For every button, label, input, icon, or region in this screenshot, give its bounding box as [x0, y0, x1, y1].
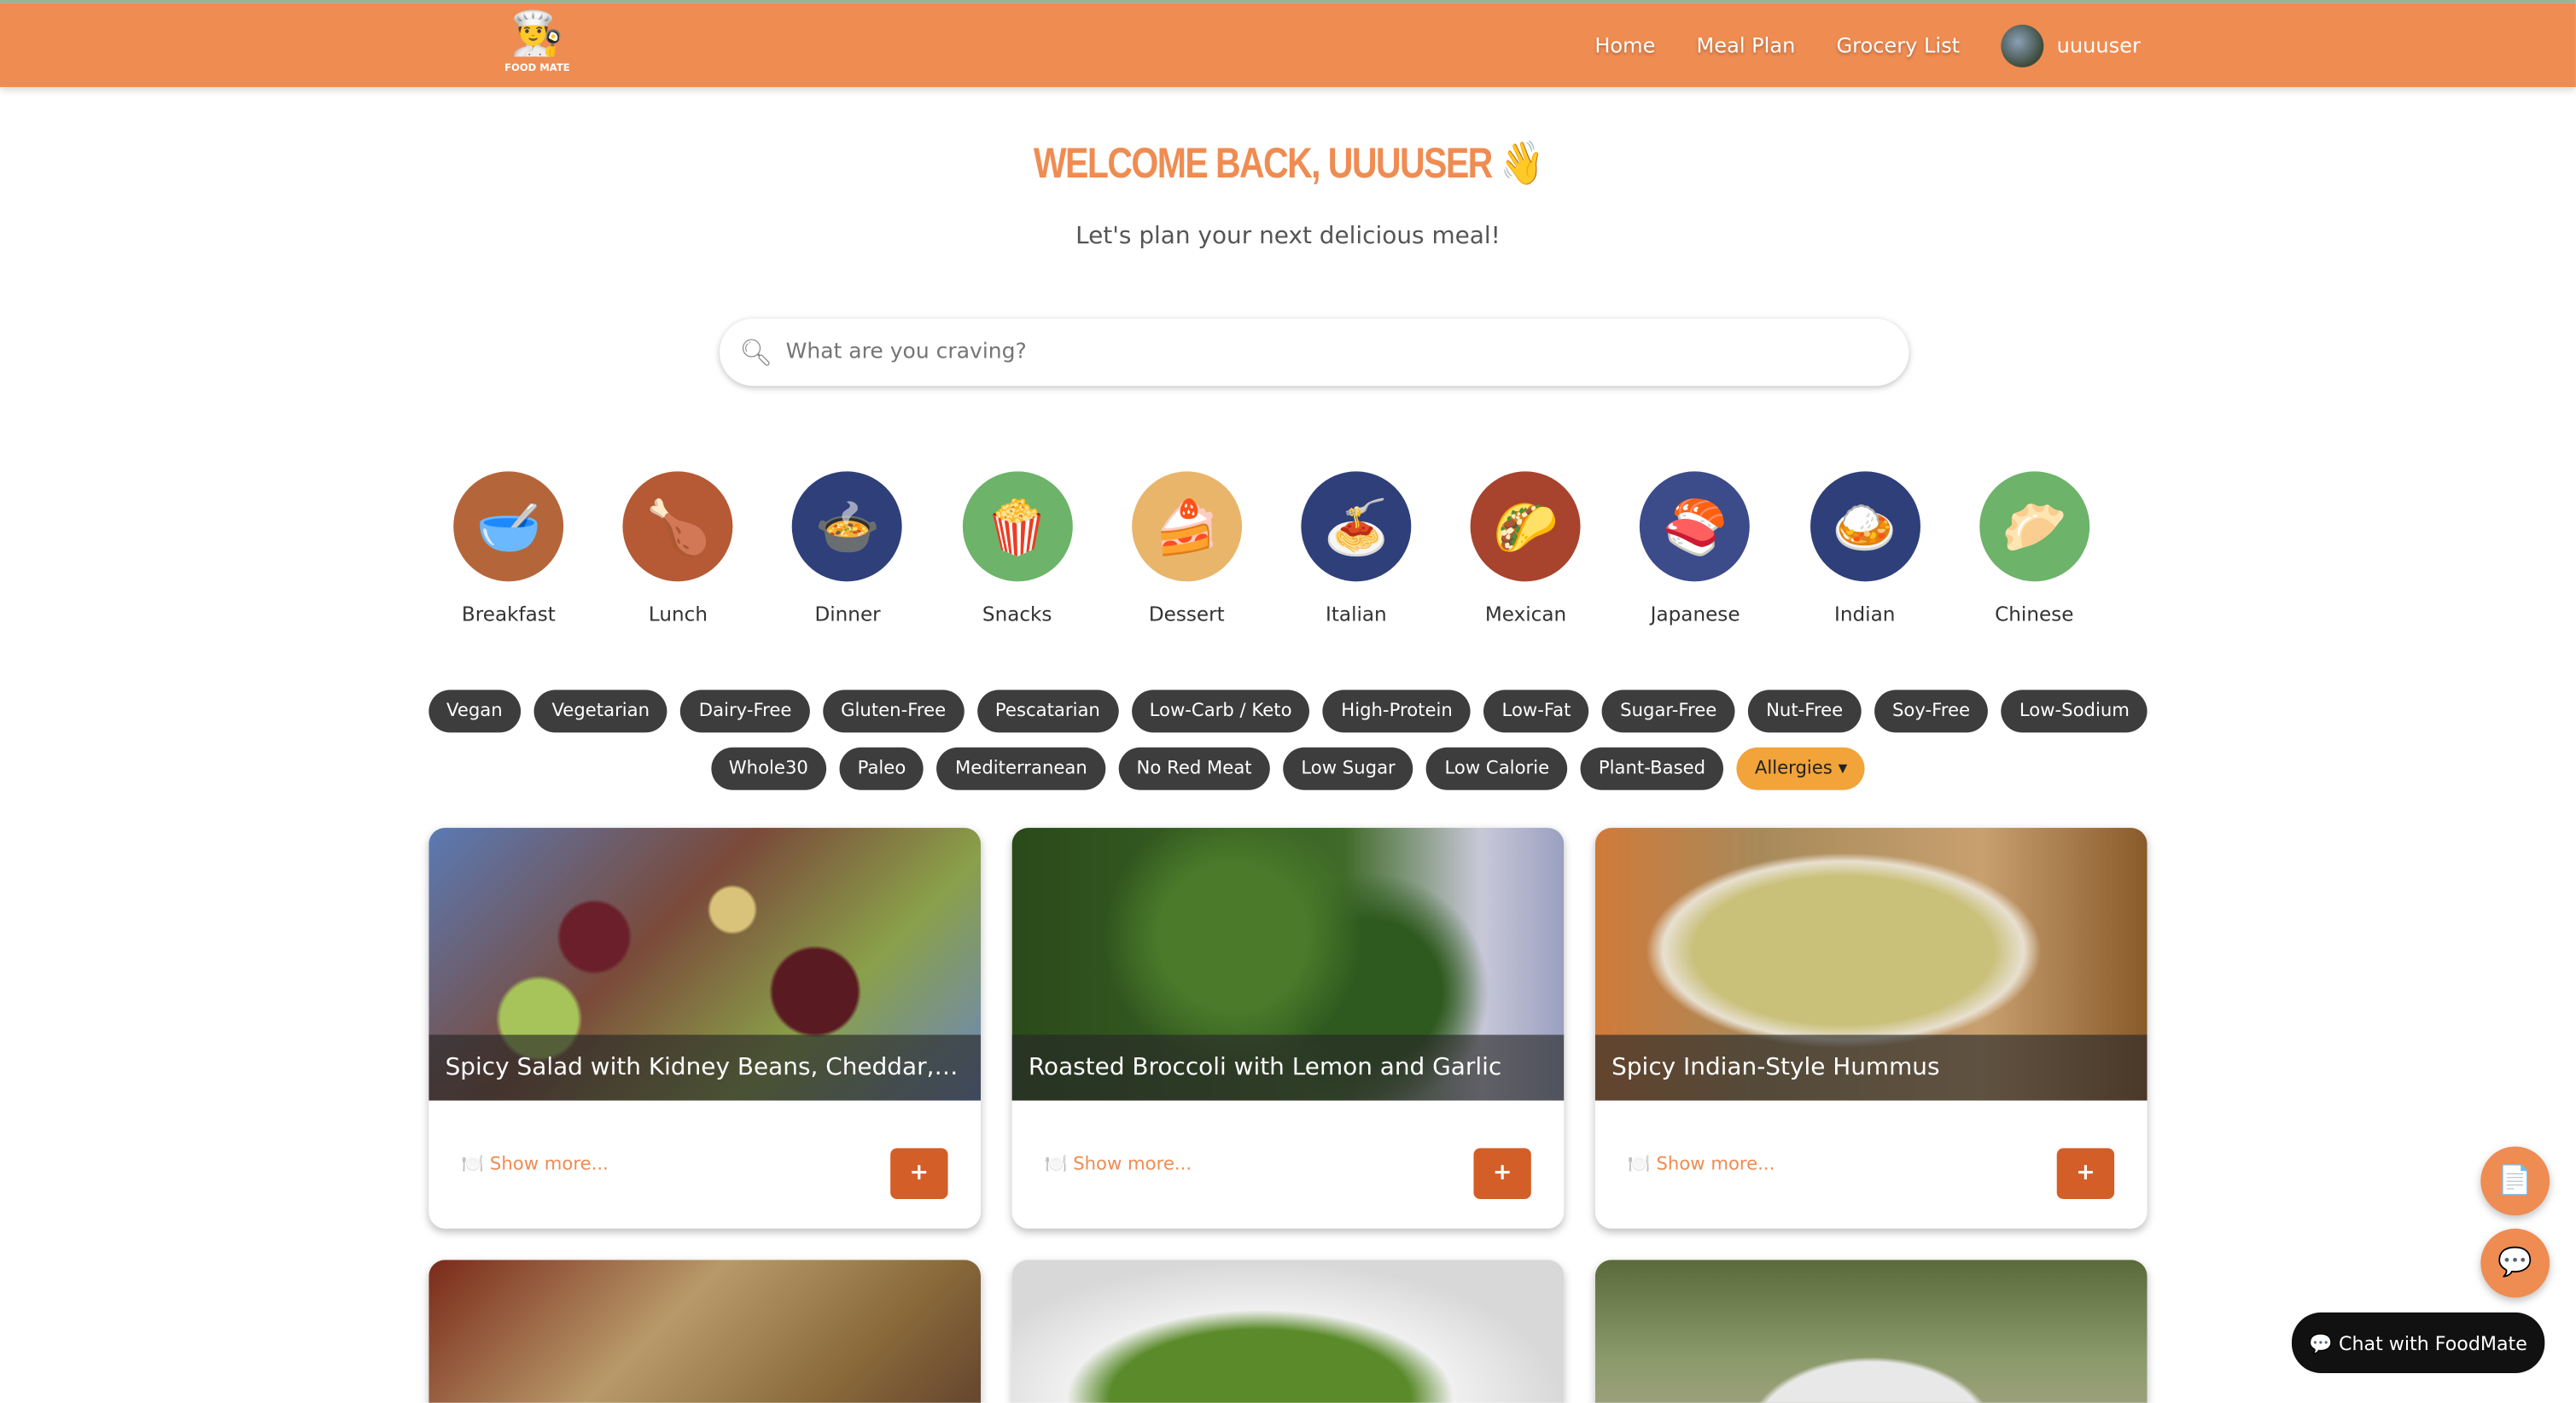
recipe-title: Spicy Indian-Style Hummus — [1594, 1034, 2148, 1101]
category-label: Italian — [1326, 603, 1387, 626]
category-icon: 🍣 — [1640, 471, 1751, 582]
diet-chip[interactable]: No Red Meat — [1118, 747, 1270, 790]
category-lunch[interactable]: 🍗 Lunch — [593, 471, 763, 626]
diet-chip[interactable]: Soy-Free — [1874, 690, 1989, 733]
diet-chip[interactable]: Vegetarian — [533, 690, 668, 733]
show-more-link[interactable]: 🍽️ Show more... — [1628, 1153, 1775, 1174]
nav-home[interactable]: Home — [1594, 32, 1655, 57]
navbar: 👨‍🍳 FOOD MATE Home Meal Plan Grocery List… — [0, 3, 2576, 88]
category-label: Snacks — [982, 603, 1052, 626]
diet-chip[interactable]: Vegan — [428, 690, 521, 733]
diet-chip[interactable]: Plant-Based — [1580, 747, 1724, 790]
add-recipe-button[interactable]: + — [2056, 1148, 2115, 1200]
welcome-title: WELCOME BACK, UUUUSER 👋 — [1033, 137, 1544, 188]
diet-chip[interactable]: Paleo — [839, 747, 924, 790]
add-recipe-button[interactable]: + — [1473, 1148, 1531, 1200]
diet-chip[interactable]: Low Calorie — [1426, 747, 1568, 790]
category-chinese[interactable]: 🥟 Chinese — [1949, 471, 2119, 626]
user-menu[interactable]: uuuuser — [2001, 23, 2141, 67]
diet-chip[interactable]: Low-Sodium — [2001, 690, 2148, 733]
recipe-card[interactable] — [428, 1260, 982, 1403]
diet-chip[interactable]: Dairy-Free — [680, 690, 810, 733]
recipe-card[interactable]: Spicy Salad with Kidney Beans, Cheddar, … — [428, 828, 982, 1229]
recipe-image — [1011, 1260, 1565, 1403]
welcome-subtitle: Let's plan your next delicious meal! — [1075, 223, 1501, 250]
logo-text: FOOD MATE — [504, 62, 570, 74]
search-input[interactable] — [782, 338, 1841, 367]
show-more-link[interactable]: 🍽️ Show more... — [462, 1153, 609, 1174]
recipe-image — [1594, 1260, 2148, 1403]
category-snacks[interactable]: 🍿 Snacks — [932, 471, 1102, 626]
category-icon: 🌮 — [1471, 471, 1581, 582]
diet-chip[interactable]: Sugar-Free — [1601, 690, 1735, 733]
category-label: Chinese — [1995, 603, 2074, 626]
username: uuuuser — [2056, 32, 2141, 58]
nav-meal-plan[interactable]: Meal Plan — [1697, 32, 1796, 57]
recipe-image: Spicy Salad with Kidney Beans, Cheddar, … — [428, 828, 982, 1101]
document-icon: 📄 — [2497, 1164, 2533, 1198]
category-label: Dinner — [814, 603, 881, 626]
recipe-image: Roasted Broccoli with Lemon and Garlic — [1011, 828, 1565, 1101]
category-japanese[interactable]: 🍣 Japanese — [1611, 471, 1780, 626]
category-indian[interactable]: 🍛 Indian — [1780, 471, 1949, 626]
nav-grocery-list[interactable]: Grocery List — [1836, 32, 1960, 57]
category-icon: 🍛 — [1810, 471, 1920, 582]
recipe-card[interactable] — [1594, 1260, 2148, 1403]
category-icon: 🍝 — [1301, 471, 1412, 582]
diet-chip[interactable]: Nut-Free — [1747, 690, 1862, 733]
diet-filter-row-1: Vegan Vegetarian Dairy-Free Gluten-Free Pesc… — [0, 690, 2576, 733]
chat-fab-button[interactable]: 💬 — [2480, 1228, 2550, 1298]
category-mexican[interactable]: 🌮 Mexican — [1441, 471, 1611, 626]
category-icon: 🍲 — [792, 471, 903, 582]
diet-chip[interactable]: Whole30 — [710, 747, 827, 790]
diet-chip[interactable]: High-Protein — [1323, 690, 1471, 733]
diet-chip[interactable]: Gluten-Free — [822, 690, 965, 733]
chat-with-foodmate-button[interactable]: 💬 Chat with FoodMate — [2291, 1312, 2545, 1374]
chef-hat-icon: 👨‍🍳 — [510, 9, 564, 60]
recipe-card[interactable]: Spicy Indian-Style Hummus 🍽️ Show more..… — [1594, 828, 2148, 1229]
category-label: Dessert — [1148, 603, 1225, 626]
category-icon: 🍗 — [623, 471, 733, 582]
category-label: Breakfast — [461, 603, 556, 626]
recipe-image: Spicy Indian-Style Hummus — [1594, 828, 2148, 1101]
diet-filter-row-2: Whole30 Paleo Mediterranean No Red Meat Low … — [0, 747, 2576, 790]
diet-chip[interactable]: Low Sugar — [1283, 747, 1413, 790]
category-label: Japanese — [1650, 603, 1740, 626]
diet-chip[interactable]: Pescatarian — [976, 690, 1119, 733]
category-icon: 🥣 — [453, 471, 564, 582]
recipe-card[interactable] — [1011, 1260, 1565, 1403]
food-mate-logo[interactable]: 👨‍🍳 FOOD MATE — [501, 7, 574, 85]
diet-chip[interactable]: Mediterranean — [936, 747, 1105, 790]
recipe-grid: Spicy Salad with Kidney Beans, Cheddar, … — [428, 828, 2148, 1403]
category-label: Mexican — [1484, 603, 1567, 626]
category-dinner[interactable]: 🍲 Dinner — [763, 471, 933, 626]
category-breakfast[interactable]: 🥣 Breakfast — [424, 471, 594, 626]
main-nav: Home Meal Plan Grocery List uuuuser — [1594, 3, 2141, 87]
diet-chip[interactable]: Low-Carb / Keto — [1131, 690, 1310, 733]
avatar — [2001, 23, 2044, 67]
allergies-dropdown[interactable]: Allergies ▾ — [1736, 747, 1866, 790]
chat-bubble-icon: 💬 — [2497, 1246, 2533, 1280]
category-icon: 🍰 — [1131, 471, 1242, 582]
category-icon: 🍿 — [962, 471, 1073, 582]
notes-button[interactable]: 📄 — [2480, 1146, 2550, 1216]
category-label: Lunch — [648, 603, 708, 626]
recipe-card[interactable]: Roasted Broccoli with Lemon and Garlic 🍽… — [1011, 828, 1565, 1229]
category-list: 🥣 Breakfast 🍗 Lunch 🍲 Dinner 🍿 Snacks 🍰 Dessert 🍝 I… — [424, 471, 2119, 626]
recipe-title: Spicy Salad with Kidney Beans, Cheddar, … — [428, 1034, 982, 1101]
search-bar[interactable]: 🔍︎ — [720, 318, 1909, 387]
recipe-image — [428, 1260, 982, 1403]
category-icon: 🥟 — [1979, 471, 2089, 582]
category-dessert[interactable]: 🍰 Dessert — [1102, 471, 1272, 626]
search-icon: 🔍︎ — [739, 336, 773, 369]
category-italian[interactable]: 🍝 Italian — [1272, 471, 1442, 626]
add-recipe-button[interactable]: + — [890, 1148, 948, 1200]
diet-chip[interactable]: Low-Fat — [1483, 690, 1589, 733]
show-more-link[interactable]: 🍽️ Show more... — [1045, 1153, 1192, 1174]
category-label: Indian — [1834, 603, 1896, 626]
recipe-title: Roasted Broccoli with Lemon and Garlic — [1011, 1034, 1565, 1101]
